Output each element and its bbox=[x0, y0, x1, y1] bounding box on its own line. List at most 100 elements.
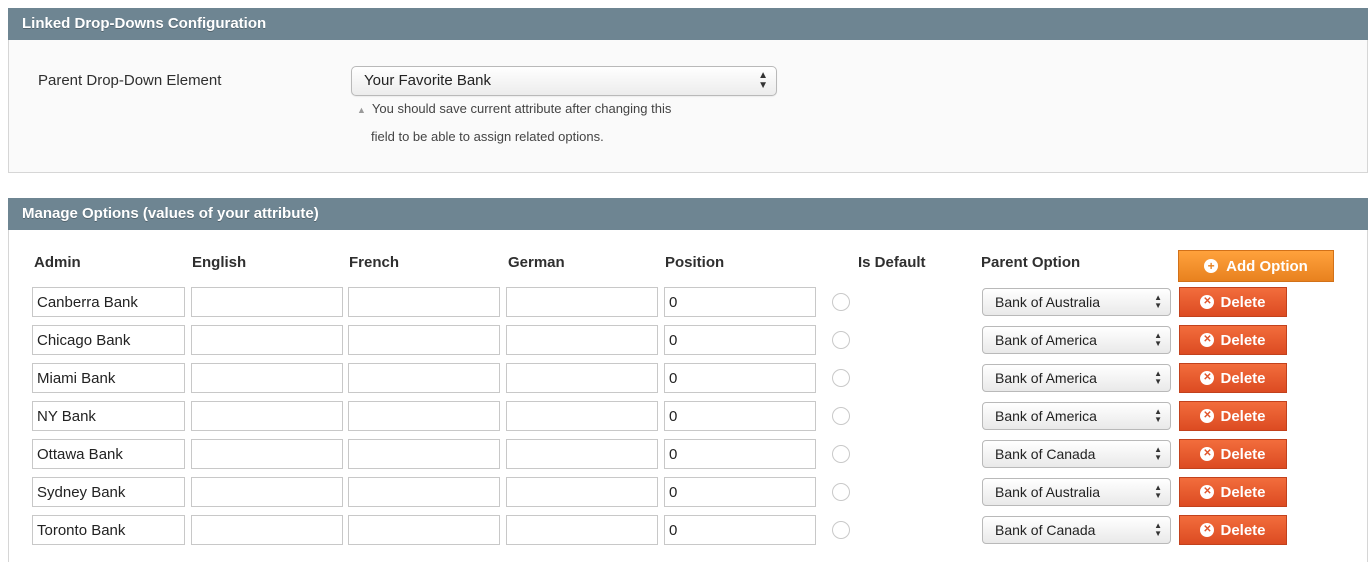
is-default-radio[interactable] bbox=[832, 293, 850, 311]
parent-option-select[interactable]: Bank of Canada ▲ ▼ bbox=[982, 516, 1171, 544]
french-input[interactable] bbox=[348, 439, 500, 469]
english-input[interactable] bbox=[191, 325, 343, 355]
delete-button[interactable]: ✕ Delete bbox=[1179, 439, 1287, 469]
parent-option-select[interactable]: Bank of Australia ▲ ▼ bbox=[982, 478, 1171, 506]
english-input[interactable] bbox=[191, 363, 343, 393]
config-section-header: Linked Drop-Downs Configuration bbox=[8, 8, 1368, 40]
german-input[interactable] bbox=[506, 439, 658, 469]
is-default-radio[interactable] bbox=[832, 483, 850, 501]
save-hint-line1: You should save current attribute after … bbox=[371, 101, 672, 116]
save-hint-line2-wrap: field to be able to assign related optio… bbox=[371, 125, 604, 149]
admin-input[interactable] bbox=[32, 325, 185, 355]
save-hint-line2: field to be able to assign related optio… bbox=[371, 129, 604, 144]
updown-arrows-icon: ▲ ▼ bbox=[758, 70, 768, 91]
german-input[interactable] bbox=[506, 401, 658, 431]
position-input[interactable] bbox=[664, 439, 816, 469]
french-input[interactable] bbox=[348, 287, 500, 317]
parent-option-select[interactable]: Bank of America ▲ ▼ bbox=[982, 364, 1171, 392]
x-circle-icon: ✕ bbox=[1200, 295, 1215, 309]
updown-arrows-icon: ▲ ▼ bbox=[1154, 521, 1162, 538]
plus-circle-icon: + bbox=[1204, 259, 1219, 273]
updown-arrows-icon: ▲ ▼ bbox=[1154, 483, 1162, 500]
delete-button[interactable]: ✕ Delete bbox=[1179, 363, 1287, 393]
position-input[interactable] bbox=[664, 515, 816, 545]
french-input[interactable] bbox=[348, 477, 500, 507]
x-circle-icon: ✕ bbox=[1200, 333, 1215, 347]
parent-option-select[interactable]: Bank of Australia ▲ ▼ bbox=[982, 288, 1171, 316]
delete-label: Delete bbox=[1220, 445, 1266, 463]
add-option-button[interactable]: + Add Option bbox=[1178, 250, 1334, 282]
updown-arrows-icon: ▲ ▼ bbox=[1154, 331, 1162, 348]
admin-input[interactable] bbox=[32, 515, 185, 545]
column-header-position: Position bbox=[665, 254, 725, 271]
parent-dropdown-value: Your Favorite Bank bbox=[364, 72, 492, 89]
delete-button[interactable]: ✕ Delete bbox=[1179, 325, 1287, 355]
delete-button[interactable]: ✕ Delete bbox=[1179, 477, 1287, 507]
is-default-radio[interactable] bbox=[832, 445, 850, 463]
parent-option-value: Bank of America bbox=[995, 408, 1097, 424]
delete-label: Delete bbox=[1220, 293, 1266, 311]
position-input[interactable] bbox=[664, 401, 816, 431]
x-circle-icon: ✕ bbox=[1200, 409, 1215, 423]
delete-button[interactable]: ✕ Delete bbox=[1179, 515, 1287, 545]
french-input[interactable] bbox=[348, 325, 500, 355]
german-input[interactable] bbox=[506, 325, 658, 355]
german-input[interactable] bbox=[506, 477, 658, 507]
column-header-admin: Admin bbox=[34, 254, 81, 271]
position-input[interactable] bbox=[664, 287, 816, 317]
column-header-parent-option: Parent Option bbox=[981, 254, 1081, 271]
delete-label: Delete bbox=[1220, 521, 1266, 539]
is-default-radio[interactable] bbox=[832, 521, 850, 539]
config-fieldset: Parent Drop-Down Element Your Favorite B… bbox=[8, 40, 1368, 173]
warning-triangle-icon: ▲ bbox=[357, 105, 366, 115]
x-circle-icon: ✕ bbox=[1200, 485, 1215, 499]
admin-input[interactable] bbox=[32, 363, 185, 393]
updown-arrows-icon: ▲ ▼ bbox=[1154, 445, 1162, 462]
german-input[interactable] bbox=[506, 515, 658, 545]
column-header-french: French bbox=[349, 254, 400, 271]
english-input[interactable] bbox=[191, 287, 343, 317]
position-input[interactable] bbox=[664, 325, 816, 355]
parent-option-select[interactable]: Bank of America ▲ ▼ bbox=[982, 402, 1171, 430]
english-input[interactable] bbox=[191, 401, 343, 431]
german-input[interactable] bbox=[506, 287, 658, 317]
parent-option-value: Bank of America bbox=[995, 332, 1097, 348]
column-header-english: English bbox=[192, 254, 247, 271]
french-input[interactable] bbox=[348, 515, 500, 545]
x-circle-icon: ✕ bbox=[1200, 371, 1215, 385]
parent-option-value: Bank of America bbox=[995, 370, 1097, 386]
delete-label: Delete bbox=[1220, 331, 1266, 349]
options-section-header: Manage Options (values of your attribute… bbox=[8, 198, 1368, 230]
parent-option-value: Bank of Canada bbox=[995, 522, 1096, 538]
admin-input[interactable] bbox=[32, 287, 185, 317]
is-default-radio[interactable] bbox=[832, 407, 850, 425]
parent-option-select[interactable]: Bank of America ▲ ▼ bbox=[982, 326, 1171, 354]
x-circle-icon: ✕ bbox=[1200, 523, 1215, 537]
french-input[interactable] bbox=[348, 363, 500, 393]
admin-input[interactable] bbox=[32, 477, 185, 507]
admin-input[interactable] bbox=[32, 439, 185, 469]
is-default-radio[interactable] bbox=[832, 369, 850, 387]
delete-label: Delete bbox=[1220, 483, 1266, 501]
position-input[interactable] bbox=[664, 477, 816, 507]
column-header-is-default: Is Default bbox=[858, 254, 926, 271]
english-input[interactable] bbox=[191, 477, 343, 507]
french-input[interactable] bbox=[348, 401, 500, 431]
x-circle-icon: ✕ bbox=[1200, 447, 1215, 461]
options-fieldset bbox=[8, 230, 1368, 562]
delete-button[interactable]: ✕ Delete bbox=[1179, 401, 1287, 431]
position-input[interactable] bbox=[664, 363, 816, 393]
delete-button[interactable]: ✕ Delete bbox=[1179, 287, 1287, 317]
admin-input[interactable] bbox=[32, 401, 185, 431]
add-option-label: Add Option bbox=[1226, 257, 1308, 275]
updown-arrows-icon: ▲ ▼ bbox=[1154, 407, 1162, 424]
german-input[interactable] bbox=[506, 363, 658, 393]
parent-option-select[interactable]: Bank of Canada ▲ ▼ bbox=[982, 440, 1171, 468]
parent-option-value: Bank of Canada bbox=[995, 446, 1096, 462]
parent-option-value: Bank of Australia bbox=[995, 294, 1101, 310]
parent-dropdown-select[interactable]: Your Favorite Bank ▲ ▼ bbox=[351, 66, 777, 96]
english-input[interactable] bbox=[191, 439, 343, 469]
english-input[interactable] bbox=[191, 515, 343, 545]
is-default-radio[interactable] bbox=[832, 331, 850, 349]
parent-dropdown-label: Parent Drop-Down Element bbox=[38, 72, 222, 89]
